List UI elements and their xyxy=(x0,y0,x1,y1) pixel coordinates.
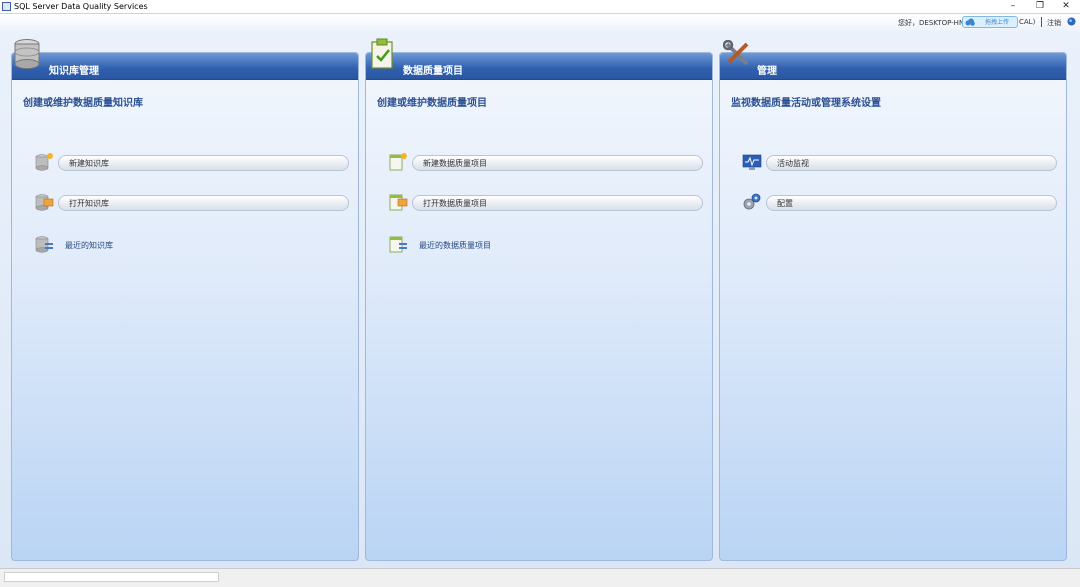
recent-knowledge-base-link[interactable]: 最近的知识库 xyxy=(65,240,113,251)
panel-header: 知识库管理 xyxy=(12,53,358,80)
panel-knowledge-base: 知识库管理 创建或维护数据质量知识库 新建知识库 打开知识库 最近的知识库 xyxy=(11,52,359,561)
app-icon xyxy=(2,2,11,11)
open-project-icon xyxy=(389,194,408,211)
activity-monitoring-button[interactable]: 活动监视 xyxy=(766,155,1057,171)
recent-data-quality-project-link[interactable]: 最近的数据质量项目 xyxy=(419,240,491,251)
action-label: 新建知识库 xyxy=(69,159,109,168)
open-database-icon xyxy=(35,194,54,211)
gears-icon xyxy=(743,193,761,210)
activity-monitor-icon xyxy=(742,154,762,170)
user-greeting-suffix: CAL) xyxy=(1019,18,1036,26)
configuration-button[interactable]: 配置 xyxy=(766,195,1057,211)
action-label: 新建数据质量项目 xyxy=(423,159,487,168)
new-database-icon xyxy=(35,153,53,171)
window-title: SQL Server Data Quality Services xyxy=(14,2,148,11)
user-greeting: 您好，DESKTOP-HN xyxy=(898,19,965,27)
panel-subtitle: 监视数据质量活动或管理系统设置 xyxy=(731,98,881,109)
panel-title: 知识库管理 xyxy=(49,66,99,77)
clipboard-check-icon xyxy=(371,38,393,69)
tools-icon xyxy=(723,40,749,66)
new-data-quality-project-button[interactable]: 新建数据质量项目 xyxy=(412,155,703,171)
recent-database-icon xyxy=(35,236,53,253)
top-info-bar: 您好，DESKTOP-HN 拖拽上传 CAL) 注销 xyxy=(0,13,1080,32)
action-label: 配置 xyxy=(777,199,793,208)
panel-data-quality-projects: 数据质量项目 创建或维护数据质量项目 新建数据质量项目 打开数据质量项目 最近的… xyxy=(365,52,713,561)
new-knowledge-base-button[interactable]: 新建知识库 xyxy=(58,155,349,171)
minimize-button[interactable]: – xyxy=(998,0,1028,13)
database-icon xyxy=(14,39,40,69)
action-label: 打开知识库 xyxy=(69,199,109,208)
close-button[interactable]: ✕ xyxy=(1051,0,1080,13)
upload-badge[interactable]: 拖拽上传 xyxy=(962,16,1018,28)
open-knowledge-base-button[interactable]: 打开知识库 xyxy=(58,195,349,211)
new-project-icon xyxy=(389,153,407,171)
action-label: 活动监视 xyxy=(777,159,809,168)
panel-title: 管理 xyxy=(757,66,777,77)
panel-subtitle: 创建或维护数据质量知识库 xyxy=(23,98,143,109)
recent-project-icon xyxy=(389,236,407,253)
help-circle-icon[interactable] xyxy=(1067,17,1076,26)
panel-title: 数据质量项目 xyxy=(403,66,463,77)
cloud-upload-icon xyxy=(965,18,975,26)
topbar-separator xyxy=(1041,17,1042,27)
status-progress-area xyxy=(4,572,219,582)
action-label: 打开数据质量项目 xyxy=(423,199,487,208)
panel-header: 管理 xyxy=(720,53,1066,80)
panel-subtitle: 创建或维护数据质量项目 xyxy=(377,98,487,109)
panel-administration: 管理 监视数据质量活动或管理系统设置 活动监视 配置 xyxy=(719,52,1067,561)
status-bar xyxy=(0,568,1080,587)
logout-link[interactable]: 注销 xyxy=(1047,18,1061,28)
open-data-quality-project-button[interactable]: 打开数据质量项目 xyxy=(412,195,703,211)
upload-badge-label: 拖拽上传 xyxy=(985,19,1010,26)
panel-header: 数据质量项目 xyxy=(366,53,712,80)
window-titlebar: SQL Server Data Quality Services – ❐ ✕ xyxy=(0,0,1080,13)
